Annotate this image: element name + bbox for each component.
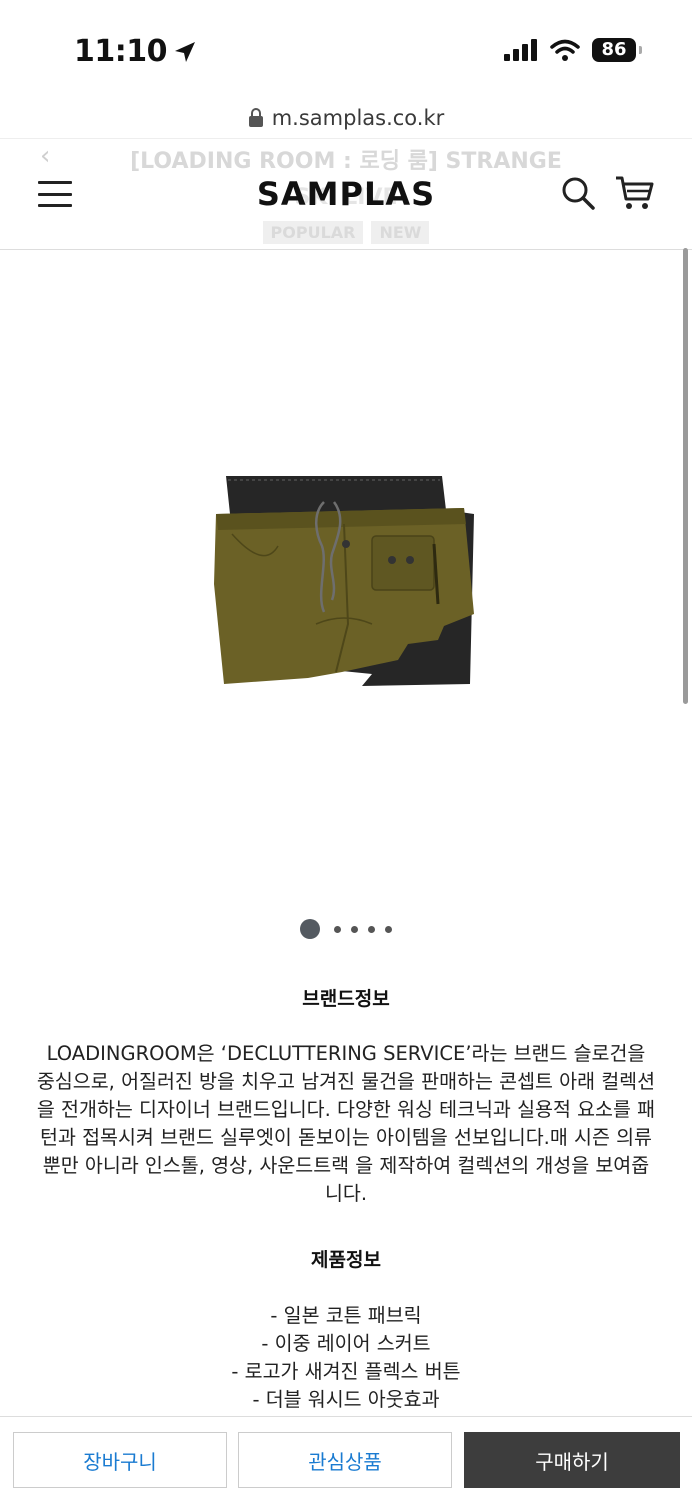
- location-arrow-icon: [175, 41, 195, 62]
- status-bar: 11:10 86: [0, 0, 692, 100]
- logo-text: SAMPLAS: [256, 175, 436, 213]
- gallery-pagination: [0, 919, 692, 939]
- pagination-dot-active[interactable]: [300, 919, 320, 939]
- feature-item: - 이중 레이어 스커트: [261, 1332, 431, 1355]
- product-feature-list: - 일본 코튼 패브릭 - 이중 레이어 스커트 - 로고가 새겨진 플렉스 버…: [0, 1302, 692, 1414]
- wifi-icon: [550, 39, 580, 61]
- buy-now-button[interactable]: 구매하기: [464, 1432, 680, 1488]
- cart-icon[interactable]: [614, 175, 654, 211]
- pagination-dot[interactable]: [351, 925, 358, 933]
- product-image[interactable]: [212, 474, 478, 692]
- wishlist-button[interactable]: 관심상품: [238, 1432, 452, 1488]
- lock-icon: [248, 108, 263, 127]
- badge-new: NEW: [371, 221, 430, 244]
- brand-info-title: 브랜드정보: [302, 988, 390, 1010]
- add-to-cart-button[interactable]: 장바구니: [13, 1432, 227, 1488]
- feature-item: - 일본 코튼 패브릭: [270, 1304, 422, 1327]
- ghost-badges: POPULAR NEW: [0, 221, 692, 244]
- pagination-dot[interactable]: [334, 925, 341, 933]
- feature-item: - 로고가 새겨진 플렉스 버튼: [231, 1360, 461, 1383]
- status-time: 11:10: [74, 34, 197, 69]
- product-info-title: 제품정보: [311, 1249, 381, 1271]
- ghost-product-title-line1: [LOADING ROOM : 로딩 룸] STRANGE: [130, 149, 562, 174]
- feature-item: - 더블 워시드 아웃효과: [252, 1388, 440, 1411]
- battery-level: 86: [601, 39, 627, 60]
- bottom-action-bar: 장바구니 관심상품 구매하기: [0, 1416, 692, 1501]
- scrollbar[interactable]: [683, 248, 688, 704]
- address-bar[interactable]: m.samplas.co.kr: [0, 106, 692, 130]
- signal-icon: [504, 39, 537, 61]
- status-indicators: 86: [504, 38, 642, 62]
- brand-info-body: LOADINGROOM은 ‘DECLUTTERING SERVICE’라는 브랜…: [36, 1042, 656, 1205]
- badge-popular: POPULAR: [262, 221, 364, 244]
- url-text: m.samplas.co.kr: [271, 106, 445, 130]
- battery-icon: 86: [592, 38, 642, 62]
- pagination-dot[interactable]: [368, 925, 375, 933]
- search-icon[interactable]: [560, 175, 596, 211]
- time-text: 11:10: [74, 34, 168, 69]
- pagination-dot[interactable]: [385, 925, 392, 933]
- site-header: ‹ [LOADING ROOM : 로딩 룸] STRANGE SKI LIVE…: [0, 138, 692, 250]
